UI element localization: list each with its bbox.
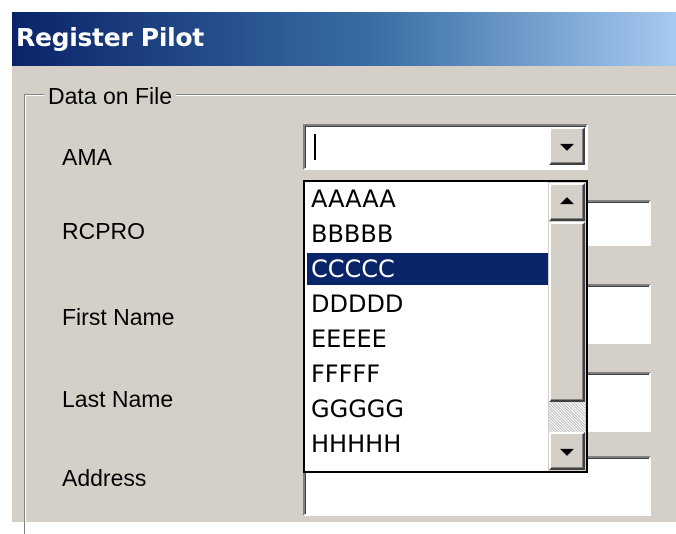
ama-dropdown-button[interactable]	[549, 127, 585, 165]
dropdown-option[interactable]: GGGGG	[307, 393, 552, 425]
text-caret	[314, 134, 316, 160]
dropdown-option[interactable]: DDDDD	[307, 288, 552, 320]
ama-combobox[interactable]	[303, 124, 588, 170]
arrow-up-icon	[560, 197, 574, 205]
title-bar[interactable]: Register Pilot	[12, 12, 676, 66]
ama-dropdown-list[interactable]: AAAAA BBBBB CCCCC DDDDD EEEEE FFFFF GGGG…	[303, 180, 588, 473]
dropdown-option[interactable]: EEEEE	[307, 323, 552, 355]
dropdown-option-selected[interactable]: CCCCC	[307, 253, 552, 285]
groupbox-legend: Data on File	[44, 83, 177, 110]
first-name-label: First Name	[62, 304, 175, 330]
dropdown-scrollbar[interactable]	[548, 182, 586, 471]
dropdown-option[interactable]: FFFFF	[307, 358, 552, 390]
rcpro-label: RCPRO	[62, 218, 146, 244]
ama-label: AMA	[62, 144, 112, 170]
scroll-up-button[interactable]	[549, 183, 585, 221]
arrow-down-icon	[560, 448, 574, 456]
scroll-down-button[interactable]	[549, 432, 585, 470]
last-name-label: Last Name	[62, 386, 174, 412]
dropdown-option[interactable]: AAAAA	[307, 183, 552, 215]
scroll-thumb[interactable]	[549, 222, 585, 402]
dropdown-option[interactable]: BBBBB	[307, 218, 552, 250]
scroll-track[interactable]	[549, 402, 585, 432]
window-title: Register Pilot	[16, 23, 204, 52]
chevron-down-icon	[560, 143, 574, 151]
address-label: Address	[62, 465, 147, 491]
dropdown-option[interactable]: HHHHH	[307, 428, 552, 460]
